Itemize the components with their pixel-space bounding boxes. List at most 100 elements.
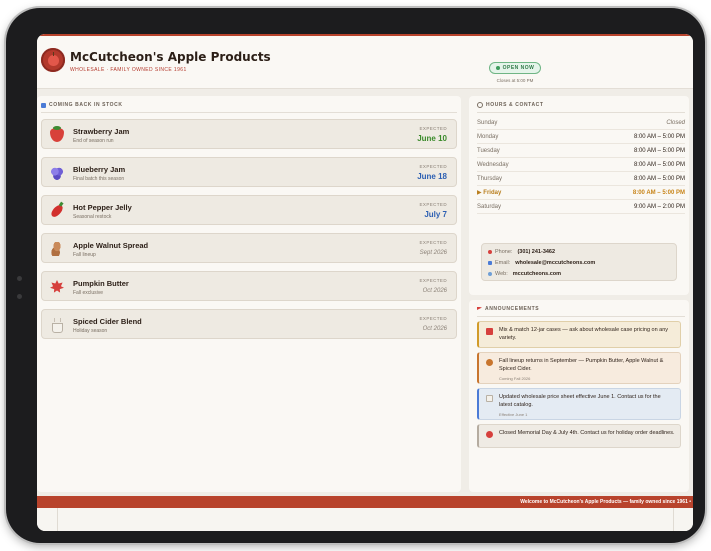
footer-divider <box>57 508 58 531</box>
phone-value: (301) 241-3462 <box>517 249 556 255</box>
announcement-text: Closed Memorial Day & July 4th. Contact … <box>499 430 675 436</box>
divider <box>477 316 685 317</box>
email-row[interactable]: Email: wholesale@mccutcheons.com <box>488 260 595 266</box>
globe-icon <box>488 272 492 276</box>
restock-item[interactable]: Spiced Cider Blend Holiday season EXPECT… <box>41 309 457 339</box>
expected-date: June 18 <box>417 172 447 181</box>
expected-label: EXPECTED <box>419 164 447 169</box>
footer-divider <box>673 508 674 531</box>
expected-label: EXPECTED <box>419 278 447 283</box>
day-hours: 8:00 AM – 5:00 PM <box>632 189 685 196</box>
open-status-badge: OPEN NOW <box>489 62 541 74</box>
hours-row: Thursday 8:00 AM – 5:00 PM <box>477 172 685 186</box>
gift-icon <box>486 328 493 335</box>
contact-card: Phone: (301) 241-3462 Email: wholesale@m… <box>481 243 677 281</box>
maple-leaf-icon <box>50 280 64 293</box>
day-label: Monday <box>477 133 499 140</box>
hours-row-today: ▶ Friday 8:00 AM – 5:00 PM <box>477 186 685 200</box>
expected-date: June 10 <box>417 134 447 143</box>
announcement-text: Updated wholesale price sheet effective … <box>499 394 661 408</box>
announcement-card: Fall lineup returns in September — Pumpk… <box>477 352 681 384</box>
apple-logo-icon <box>41 48 65 72</box>
restock-item[interactable]: Hot Pepper Jelly Seasonal restock EXPECT… <box>41 195 457 225</box>
day-hours: 8:00 AM – 5:00 PM <box>633 161 685 168</box>
item-name: Spiced Cider Blend <box>73 317 142 326</box>
item-note: End of season run <box>73 138 114 144</box>
restock-header: COMING BACK IN STOCK <box>41 102 123 108</box>
restock-item[interactable]: Blueberry Jam Final batch this season EX… <box>41 157 457 187</box>
item-name: Apple Walnut Spread <box>73 241 149 250</box>
announcement-card: Updated wholesale price sheet effective … <box>477 388 681 420</box>
expected-date: Oct 2026 <box>422 326 447 332</box>
phone-icon <box>488 250 492 254</box>
day-label: Tuesday <box>477 147 500 154</box>
web-value: mccutcheons.com <box>512 271 562 277</box>
pepper-icon <box>49 202 65 220</box>
ticker-text: Welcome to McCutcheon's Apple Products —… <box>520 499 691 505</box>
item-note: Holiday season <box>73 328 108 334</box>
expected-date: July 7 <box>424 210 447 219</box>
item-note: Fall lineup <box>73 252 96 258</box>
status-dot-icon <box>495 66 500 70</box>
item-name: Pumpkin Butter <box>73 279 129 288</box>
announcement-card: Closed Memorial Day & July 4th. Contact … <box>477 424 681 448</box>
hours-row: Tuesday 8:00 AM – 5:00 PM <box>477 144 685 158</box>
expected-label: EXPECTED <box>419 202 447 207</box>
restock-item[interactable]: Pumpkin Butter Fall exclusive EXPECTED O… <box>41 271 457 301</box>
leaf-icon <box>486 359 493 366</box>
announcement-note: Coming Fall 2026 <box>499 376 531 381</box>
announcements-title: ANNOUNCEMENTS <box>485 306 540 312</box>
divider <box>477 112 685 113</box>
open-status-text: OPEN NOW <box>502 65 535 71</box>
restock-item[interactable]: Apple Walnut Spread Fall lineup EXPECTED… <box>41 233 457 263</box>
item-name: Hot Pepper Jelly <box>73 203 132 212</box>
hours-row: Wednesday 8:00 AM – 5:00 PM <box>477 158 685 172</box>
day-hours: 8:00 AM – 5:00 PM <box>633 147 685 154</box>
holiday-icon <box>486 431 493 438</box>
hours-row: Saturday 9:00 AM – 2:00 PM <box>477 200 685 214</box>
web-label: Web: <box>495 271 508 277</box>
walnut-icon <box>50 242 64 256</box>
day-label: ▶ Friday <box>477 190 502 196</box>
restock-title: COMING BACK IN STOCK <box>49 102 123 108</box>
expected-date: Sept 2026 <box>419 250 447 256</box>
day-label: Thursday <box>477 175 503 182</box>
restock-item[interactable]: Strawberry Jam End of season run EXPECTE… <box>41 119 457 149</box>
expected-label: EXPECTED <box>419 126 447 131</box>
item-name: Blueberry Jam <box>73 165 126 174</box>
strawberry-icon <box>50 126 64 142</box>
email-value: wholesale@mccutcheons.com <box>515 260 596 266</box>
announcement-text: Fall lineup returns in September — Pumpk… <box>499 358 664 372</box>
item-note: Fall exclusive <box>73 290 104 296</box>
announcement-text: Mix & match 12-jar cases — ask about who… <box>499 327 669 341</box>
item-note: Seasonal restock <box>73 214 112 220</box>
expected-label: EXPECTED <box>419 316 447 321</box>
flag-icon <box>477 306 482 310</box>
restock-panel: COMING BACK IN STOCK Strawberry Jam End … <box>37 96 461 492</box>
divider <box>41 112 457 113</box>
phone-row[interactable]: Phone: (301) 241-3462 <box>488 249 555 255</box>
sensor-dot <box>17 294 22 299</box>
email-icon <box>488 261 492 265</box>
blueberry-icon <box>50 166 64 180</box>
news-ticker: Welcome to McCutcheon's Apple Products —… <box>37 496 693 508</box>
day-hours: 9:00 AM – 2:00 PM <box>633 203 685 210</box>
announcement-card: Mix & match 12-jar cases — ask about who… <box>477 321 681 348</box>
document-icon <box>486 395 493 402</box>
item-note: Final batch this season <box>73 176 125 182</box>
web-row[interactable]: Web: mccutcheons.com <box>488 271 561 277</box>
expected-label: EXPECTED <box>419 240 447 245</box>
hours-header: HOURS & CONTACT <box>477 102 544 108</box>
expected-date: Oct 2026 <box>422 288 447 294</box>
closing-time: Closes at 5:00 PM <box>496 78 534 83</box>
calendar-icon <box>41 102 46 108</box>
app-screen: McCutcheon's Apple Products WHOLESALE · … <box>37 34 693 531</box>
day-label: Wednesday <box>477 161 509 168</box>
clock-icon <box>477 102 483 108</box>
hours-title: HOURS & CONTACT <box>486 102 544 108</box>
day-hours: 8:00 AM – 5:00 PM <box>633 133 685 140</box>
hours-row: Monday 8:00 AM – 5:00 PM <box>477 130 685 144</box>
brand-name: McCutcheon's Apple Products <box>70 50 271 64</box>
cider-cup-icon <box>50 318 64 333</box>
header-bar: McCutcheon's Apple Products WHOLESALE · … <box>37 34 693 89</box>
